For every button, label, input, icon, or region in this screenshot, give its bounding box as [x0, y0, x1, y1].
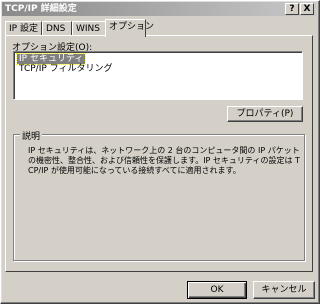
ok-button[interactable]: OK — [187, 281, 247, 299]
description-text: IP セキュリティは、ネットワーク上の 2 台のコンピュータ間の IP パケット… — [28, 146, 300, 175]
tab-wins[interactable]: WINS — [72, 21, 106, 36]
tab-ip-settings[interactable]: IP 設定 — [5, 21, 42, 36]
tab-options[interactable]: オプション — [105, 19, 154, 37]
list-item-ip-security[interactable]: IP セキュリティ — [15, 53, 87, 65]
properties-button[interactable]: プロパティ(P) — [227, 106, 303, 122]
tab-dns[interactable]: DNS — [42, 21, 72, 36]
options-listbox[interactable]: IP セキュリティ TCP/IP フィルタリング — [13, 51, 303, 100]
list-item-tcpip-filtering[interactable]: TCP/IP フィルタリング — [17, 64, 114, 74]
help-button[interactable]: ? — [285, 3, 299, 15]
window-title: TCP/IP 詳細設定 — [5, 4, 77, 14]
title-bar: TCP/IP 詳細設定 ? X — [2, 2, 316, 16]
description-legend: 説明 — [20, 129, 43, 142]
close-icon: X — [303, 4, 311, 14]
cancel-button[interactable]: キャンセル — [253, 281, 315, 299]
help-icon: ? — [289, 4, 295, 14]
close-button[interactable]: X — [300, 3, 314, 15]
